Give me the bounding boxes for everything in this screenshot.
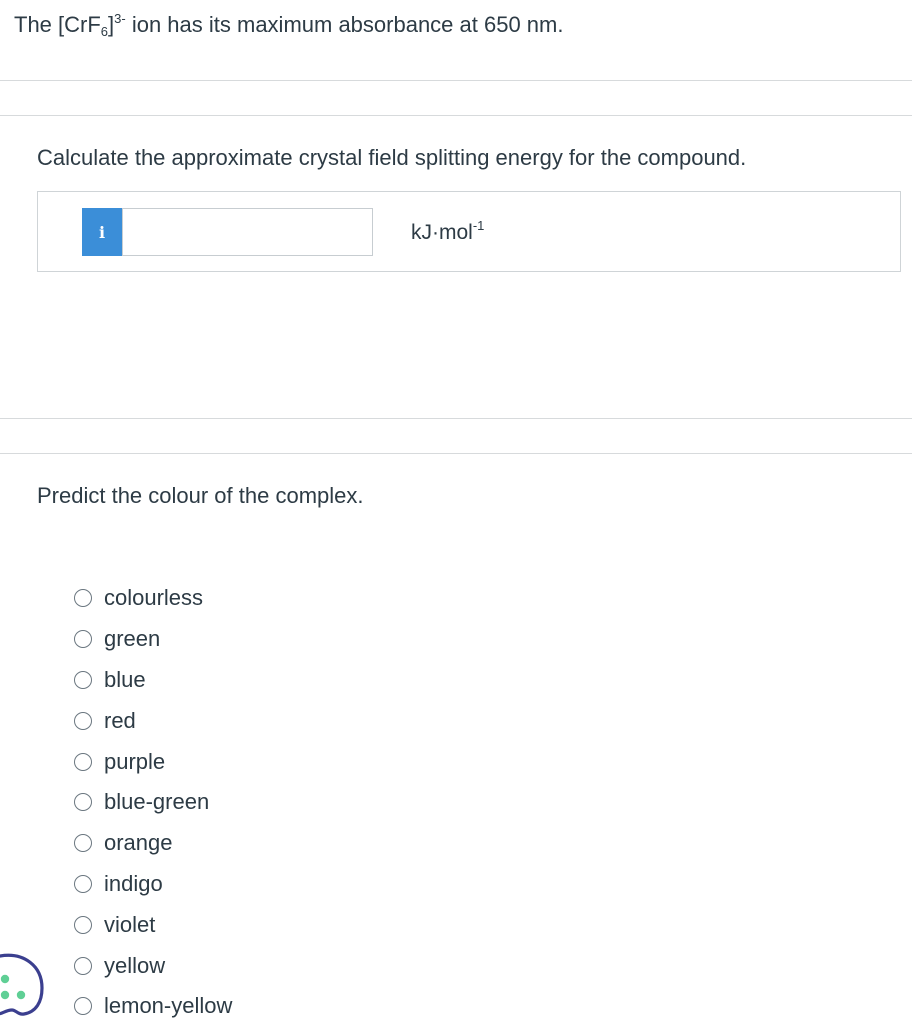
radio-button[interactable] [74, 589, 92, 608]
option-colourless[interactable]: colourless [74, 578, 232, 619]
option-label: orange [104, 830, 173, 856]
option-purple[interactable]: purple [74, 741, 232, 782]
unit-base: kJ·mol [411, 221, 473, 244]
option-label: lemon-yellow [104, 993, 233, 1019]
help-widget-icon[interactable] [0, 952, 46, 1018]
option-label: purple [104, 748, 166, 774]
option-red[interactable]: red [74, 700, 232, 741]
info-icon[interactable]: i [82, 208, 122, 256]
energy-input[interactable] [122, 208, 373, 256]
radio-button[interactable] [74, 793, 92, 812]
option-label: indigo [104, 870, 163, 896]
option-yellow[interactable]: yellow [74, 945, 232, 986]
unit-label: kJ·mol-1 [411, 218, 485, 246]
page: The [CrF6]3- ion has its maximum absorba… [0, 0, 912, 1024]
radio-button[interactable] [74, 630, 92, 649]
radio-button[interactable] [74, 874, 92, 893]
radio-button[interactable] [74, 670, 92, 689]
radio-button[interactable] [74, 711, 92, 730]
intro-suffix: ion has its maximum absorbance at 650 nm… [125, 12, 564, 37]
divider [0, 115, 912, 116]
option-green[interactable]: green [74, 619, 232, 660]
option-blue-green[interactable]: blue-green [74, 782, 232, 823]
divider [0, 80, 912, 81]
radio-button[interactable] [74, 752, 92, 771]
intro-subscript: 6 [100, 24, 109, 39]
option-label: red [104, 707, 136, 733]
option-label: green [104, 626, 161, 652]
part1-question: Calculate the approximate crystal field … [37, 145, 747, 170]
answer-box: i kJ·mol-1 [37, 191, 901, 272]
option-label: blue-green [104, 789, 210, 815]
option-orange[interactable]: orange [74, 823, 232, 864]
option-label: violet [104, 911, 156, 937]
option-indigo[interactable]: indigo [74, 864, 232, 905]
radio-button[interactable] [74, 834, 92, 853]
radio-button[interactable] [74, 956, 92, 975]
radio-button[interactable] [74, 915, 92, 934]
option-label: blue [104, 666, 146, 692]
intro-superscript: 3- [114, 11, 126, 26]
intro-prefix: The [CrF [14, 12, 101, 37]
radio-button[interactable] [74, 997, 92, 1016]
option-violet[interactable]: violet [74, 904, 232, 945]
divider [0, 453, 912, 454]
option-label: colourless [104, 585, 204, 611]
divider [0, 418, 912, 419]
colour-options: colourless green blue red purple blue-gr… [74, 578, 232, 1024]
problem-statement: The [CrF6]3- ion has its maximum absorba… [14, 10, 563, 40]
option-blue[interactable]: blue [74, 660, 232, 701]
option-lemon-yellow[interactable]: lemon-yellow [74, 986, 232, 1024]
unit-exponent: -1 [472, 218, 485, 233]
option-label: yellow [104, 952, 166, 978]
part2-question: Predict the colour of the complex. [37, 483, 364, 508]
